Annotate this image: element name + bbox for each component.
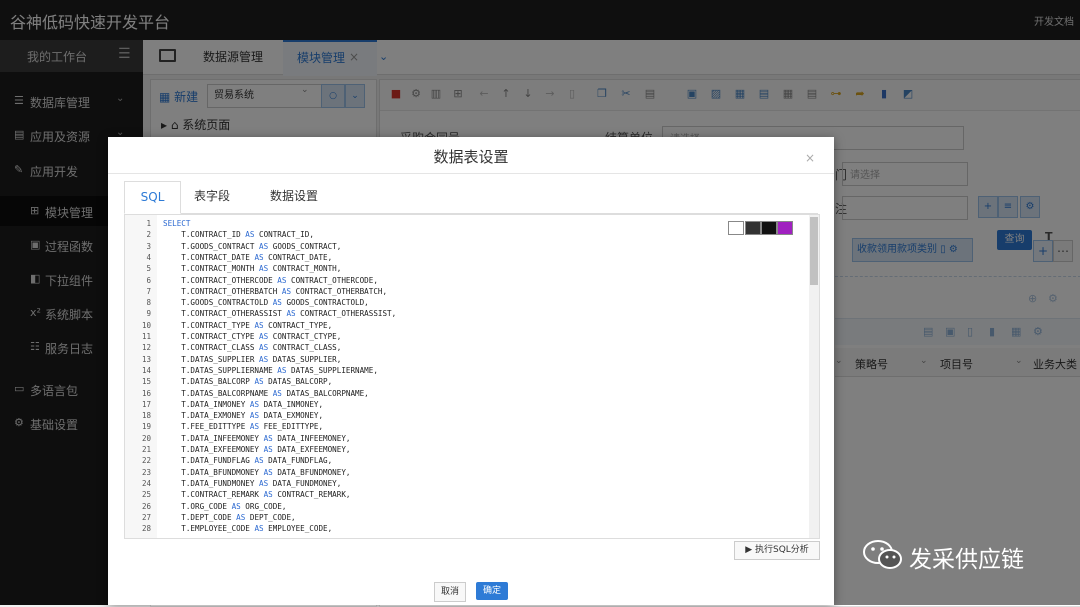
line-number: 27 [141, 512, 151, 522]
line-number: 3 [146, 241, 151, 251]
theme-swatch[interactable] [761, 221, 777, 235]
code-line: T.DATAS_BALCORPNAME AS DATAS_BALCORPNAME… [163, 388, 369, 398]
code-line: T.DATAS_SUPPLIERNAME AS DATAS_SUPPLIERNA… [163, 365, 378, 375]
table-settings-modal: 数据表设置 × SQL 表字段 数据设置 1 2 3 4 5 6 7 8 9 10 11 12 13 14… [108, 137, 834, 605]
line-number: 16 [141, 388, 151, 398]
code-line: T.DATA_EXFEEMONEY AS DATA_EXFEEMONEY, [163, 445, 351, 454]
line-number: 15 [141, 377, 151, 387]
code-line: T.DATA_FUNDFLAG AS DATA_FUNDFLAG, [163, 456, 333, 466]
run-sql-analysis-button[interactable]: ▶ 执行SQL分析 [734, 541, 820, 560]
cancel-button[interactable]: 取消 [434, 582, 466, 602]
code-line: T.DATA_INMONEY AS DATA_INMONEY, [163, 399, 324, 409]
line-number: 25 [141, 490, 151, 500]
code-line: T.DATA_BFUNDMONEY AS DATA_BFUNDMONEY, [163, 467, 351, 477]
code-line: T.CONTRACT_OTHERASSIST AS CONTRACT_OTHER… [163, 309, 397, 319]
theme-swatch[interactable] [728, 221, 744, 235]
tab-table-fields[interactable]: 表字段 [182, 181, 242, 212]
code-line: T.CONTRACT_DATE AS CONTRACT_DATE, [163, 252, 333, 262]
code-line: T.DATA_INFEEMONEY AS DATA_INFEEMONEY, [163, 433, 351, 443]
line-number: 17 [141, 399, 151, 409]
line-number: 19 [141, 422, 151, 432]
line-number-gutter: 1 2 3 4 5 6 7 8 9 10 11 12 13 14 15 16 17 18 19 20 21 22 23 24 2… [125, 215, 157, 538]
line-number: 2 [146, 230, 151, 240]
code-line: T.EMPLOYEE_CODE AS EMPLOYEE_CODE, [163, 524, 333, 534]
code-line: T.CONTRACT_ID AS CONTRACT_ID, [163, 230, 314, 240]
modal-tabs: SQL 表字段 数据设置 [124, 181, 818, 214]
line-number: 6 [146, 275, 151, 285]
code-line: T.GOODS_CONTRACTOLD AS GOODS_CONTRACTOLD… [163, 298, 369, 308]
line-number: 18 [141, 411, 151, 421]
line-number: 21 [141, 445, 151, 454]
watermark-text: 发采供应链 [909, 547, 1024, 573]
theme-swatch[interactable] [745, 221, 761, 235]
divider [108, 173, 834, 174]
code-line: T.DATA_FUNDMONEY AS DATA_FUNDMONEY, [163, 478, 342, 488]
tab-sql[interactable]: SQL [124, 181, 181, 214]
line-number: 5 [146, 264, 151, 274]
scrollbar-thumb[interactable] [810, 217, 818, 285]
code-line: T.FEE_EDITTYPE AS FEE_EDITTYPE, [163, 422, 324, 432]
line-number: 23 [141, 467, 151, 477]
line-number: 8 [146, 298, 151, 308]
code-line: T.CONTRACT_TYPE AS CONTRACT_TYPE, [163, 320, 333, 330]
code-line: T.CONTRACT_OTHERCODE AS CONTRACT_OTHERCO… [163, 275, 378, 285]
line-number: 10 [141, 320, 151, 330]
line-number: 26 [141, 501, 151, 511]
line-number: 7 [146, 286, 151, 296]
line-number: 22 [141, 456, 151, 466]
line-number: 11 [141, 332, 151, 341]
sql-editor[interactable]: 1 2 3 4 5 6 7 8 9 10 11 12 13 14 15 16 17 18 19 20 21 22 23 24 2… [124, 214, 820, 539]
code-line: T.CONTRACT_REMARK AS CONTRACT_REMARK, [163, 490, 351, 500]
line-number: 24 [141, 478, 151, 488]
ok-button[interactable]: 确定 [476, 582, 508, 600]
code-line: T.DATA_EXMONEY AS DATA_EXMONEY, [163, 411, 324, 421]
line-number: 1 [146, 219, 151, 228]
line-number: 13 [141, 354, 151, 364]
line-number: 20 [141, 433, 151, 443]
line-number: 4 [146, 252, 151, 262]
theme-swatch[interactable] [777, 221, 793, 235]
code-line: T.ORG_CODE AS ORG_CODE, [163, 501, 287, 511]
wechat-icon [863, 540, 902, 569]
line-number: 12 [141, 343, 151, 353]
line-number: 14 [141, 365, 151, 375]
code-line: T.DATAS_SUPPLIER AS DATAS_SUPPLIER, [163, 354, 342, 364]
tab-data-settings[interactable]: 数据设置 [254, 181, 334, 212]
code-line: T.DATAS_BALCORP AS DATAS_BALCORP, [163, 377, 333, 387]
code-line: T.CONTRACT_CLASS AS CONTRACT_CLASS, [163, 343, 342, 353]
code-line: T.GOODS_CONTRACT AS GOODS_CONTRACT, [163, 241, 342, 251]
line-number: 28 [141, 524, 151, 534]
code-line: T.CONTRACT_MONTH AS CONTRACT_MONTH, [163, 264, 342, 274]
code-line: T.CONTRACT_CTYPE AS CONTRACT_CTYPE, [163, 332, 342, 341]
code-line: T.CONTRACT_OTHERBATCH AS CONTRACT_OTHERB… [163, 286, 388, 296]
close-icon[interactable]: × [805, 151, 815, 165]
line-number: 9 [146, 309, 151, 319]
code-line: SELECT [163, 219, 191, 228]
code-line: T.DEPT_CODE AS DEPT_CODE, [163, 512, 296, 522]
modal-title: 数据表设置 [433, 148, 509, 166]
